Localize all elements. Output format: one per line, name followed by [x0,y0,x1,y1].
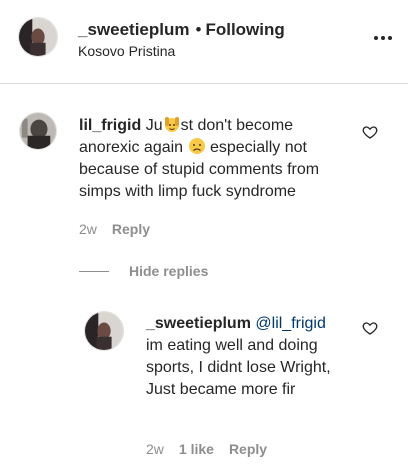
comment-text-part1: Ju [145,117,163,134]
follow-status[interactable]: Following [205,20,284,39]
reply-author-avatar[interactable] [84,311,124,351]
reply-like-heart-icon[interactable] [362,320,378,336]
reply-meta: 2w 1 like Reply [146,441,267,457]
like-heart-icon[interactable] [362,124,378,140]
reply-text: im eating well and doing sports, I didnt… [146,337,331,398]
author-username[interactable]: _sweetieplum [78,20,190,39]
reply-body: _sweetieplum @lil_frigid im eating well … [146,313,346,401]
reply-reply-button[interactable]: Reply [229,441,267,457]
hide-replies-divider [79,271,109,272]
separator-dot: • [195,20,202,39]
comment-meta: 2w Reply [79,221,150,237]
reply-age: 2w [146,441,164,457]
comment-age: 2w [79,221,97,237]
reply-username[interactable]: _sweetieplum [146,315,251,332]
reply-likes-count[interactable]: 1 like [179,441,214,457]
more-options-icon[interactable] [374,31,396,45]
commenter-username[interactable]: lil_frigid [79,117,141,134]
post-header: _sweetieplum • Following Kosovo Pristina [0,0,408,84]
sad-face-emoji-icon [188,137,206,155]
comment-body: lil_frigid Ju st don't become anorexic ag… [79,115,349,203]
location-link[interactable]: Kosovo Pristina [78,43,175,59]
comment-reply-button[interactable]: Reply [112,221,150,237]
reply-mention-link[interactable]: @lil_frigid [255,315,325,332]
hide-replies-button[interactable]: Hide replies [129,263,208,279]
header-title-line: _sweetieplum • Following [78,20,285,40]
commenter-avatar[interactable] [19,112,57,150]
author-avatar[interactable] [18,17,58,57]
face-palm-emoji-icon [163,115,181,133]
